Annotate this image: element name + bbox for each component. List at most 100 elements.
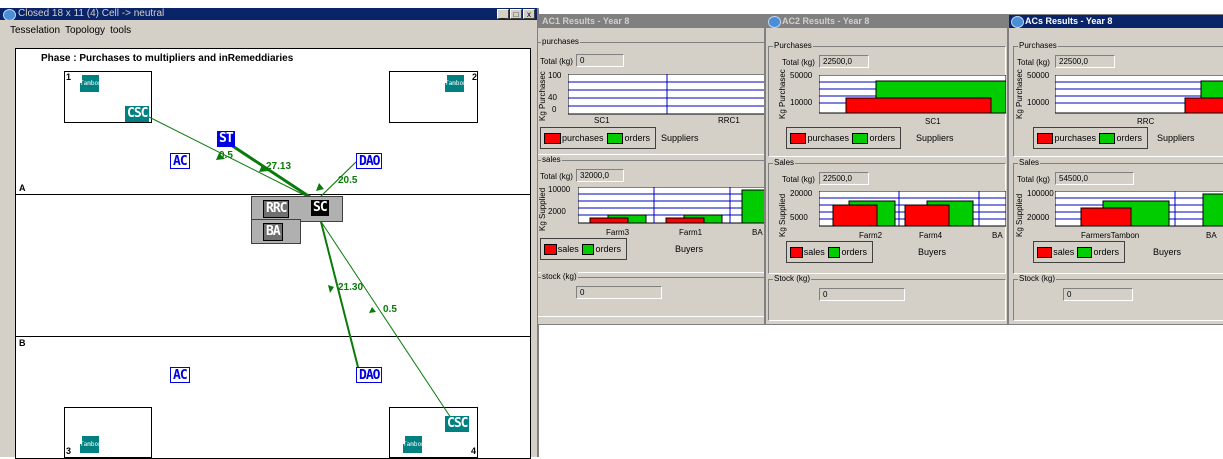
legend-label: orders	[595, 244, 621, 254]
legend-swatch	[827, 246, 841, 258]
y-tick: 0	[552, 105, 557, 114]
ac-agent-top[interactable]: AC	[170, 153, 190, 169]
ac1-title: AC1 Results - Year 8	[542, 16, 630, 26]
app-globe-icon	[3, 9, 16, 20]
ac-agent-bottom[interactable]: AC	[170, 367, 190, 383]
y-tick: 10000	[1027, 98, 1050, 107]
x-tick: Farm2	[859, 231, 883, 240]
x-tick: BA	[752, 228, 763, 237]
legend-swatch	[581, 243, 595, 255]
sc-agent[interactable]: SC	[311, 200, 329, 216]
ac2-purchases-total-field[interactable]: 22500,0	[819, 55, 869, 68]
acs-title: ACs Results - Year 8	[1025, 16, 1113, 26]
y-tick: 50000	[790, 71, 813, 80]
ac2-sales-total-field[interactable]: 22500,0	[819, 172, 869, 185]
minimize-button[interactable]: _	[497, 9, 509, 19]
x-tick: SC1	[925, 117, 941, 126]
st-agent[interactable]: ST	[217, 131, 235, 147]
rrc-agent[interactable]: RRC	[263, 200, 290, 218]
ba-agent[interactable]: BA	[263, 223, 283, 241]
x-tick: SC1	[594, 116, 610, 125]
axis-label: Kg Purchasec	[538, 71, 547, 121]
x-tick: Farm1	[679, 228, 703, 237]
flow-label: 21.30	[338, 282, 364, 293]
total-label: Total (kg)	[782, 175, 815, 184]
y-tick: 100	[548, 71, 562, 80]
menu-tesselation[interactable]: Tesselation	[10, 23, 60, 39]
total-label: Total (kg)	[540, 172, 573, 181]
axis-label: Kg Purchasec	[778, 69, 787, 119]
tesselation-window: Closed 18 x 11 (4) Cell -> neutral _ □ x…	[0, 8, 539, 459]
y-tick: 20000	[1027, 213, 1050, 222]
menu-topology[interactable]: Topology	[65, 23, 105, 39]
acs-purchases-chart	[1055, 75, 1223, 114]
legend-label: sales	[557, 244, 579, 254]
acs-purchases-label: Purchases	[1018, 41, 1058, 51]
acs-sales-legend: sales orders	[1033, 241, 1125, 263]
ac2-title: AC2 Results - Year 8	[782, 16, 870, 26]
ac2-purchases-chart	[819, 75, 1006, 114]
main-window-title: Closed 18 x 11 (4) Cell -> neutral	[18, 8, 165, 19]
x-tick: BA	[992, 231, 1003, 240]
ac1-titlebar[interactable]: AC1 Results - Year 8	[538, 15, 764, 28]
ac1-sales-total-field[interactable]: 32000,0	[576, 169, 624, 182]
dao-agent-bottom[interactable]: DAO	[356, 367, 383, 383]
axis-label: Kg Supplied	[538, 187, 547, 231]
ac1-stock-label: stock (kg)	[541, 272, 578, 282]
legend-label: sales	[1053, 247, 1075, 257]
legend-label: orders	[869, 133, 895, 143]
csc-agent-bottom[interactable]: CSC	[445, 416, 470, 432]
acs-sales-chart	[1055, 191, 1223, 227]
menu-tools[interactable]: tools	[110, 23, 131, 39]
y-tick: 50000	[1027, 71, 1050, 80]
flow-lines	[148, 116, 454, 422]
ac2-sales-legend: sales orders	[786, 241, 873, 263]
ac1-sales-legend: sales orders	[540, 238, 627, 260]
ac2-stock-label: Stock (kg)	[773, 274, 812, 284]
ac1-stock-field[interactable]: 0	[576, 286, 662, 299]
legend-swatch	[606, 132, 624, 144]
x-tick: RRC	[1137, 117, 1155, 126]
legend-label: orders	[841, 247, 867, 257]
legend-swatch	[790, 246, 803, 258]
flow-label: 0.5	[219, 150, 233, 161]
ac1-purchases-label: purchases	[541, 37, 580, 47]
axis-label: Kg Supplied	[1015, 193, 1024, 237]
tesselation-canvas[interactable]: Phase : Purchases to multipliers and inR…	[15, 48, 531, 459]
acs-results-window: ACs Results - Year 8 Purchases Total (kg…	[1008, 14, 1223, 325]
total-label: Total (kg)	[540, 57, 573, 66]
x-tick: Farm3	[606, 228, 630, 237]
acs-sales-label: Sales	[1018, 158, 1041, 168]
y-tick: 40	[548, 93, 557, 102]
close-button[interactable]: x	[523, 9, 535, 19]
total-label: Total (kg)	[1017, 58, 1050, 67]
ac1-purchases-legend: purchases orders	[540, 127, 656, 149]
dao-agent-top[interactable]: DAO	[356, 153, 383, 169]
legend-label: orders	[624, 133, 650, 143]
csc-agent-top[interactable]: CSC	[125, 106, 150, 122]
ac1-purchases-total-field[interactable]: 0	[576, 54, 624, 67]
ac2-titlebar[interactable]: AC2 Results - Year 8	[766, 15, 1007, 28]
ac2-stock-field[interactable]: 0	[819, 288, 905, 301]
legend-swatch	[544, 243, 557, 255]
acs-sales-total-field[interactable]: 54500,0	[1055, 172, 1134, 185]
ac1-purchases-chart	[568, 74, 764, 115]
side-label: Buyers	[675, 244, 704, 254]
main-titlebar[interactable]: Closed 18 x 11 (4) Cell -> neutral _ □ x	[0, 8, 537, 20]
acs-stock-field[interactable]: 0	[1063, 288, 1133, 301]
acs-purchases-total-field[interactable]: 22500,0	[1055, 55, 1115, 68]
total-label: Total (kg)	[782, 58, 815, 67]
legend-swatch	[852, 132, 869, 144]
axis-label: Kg Supplied	[778, 193, 787, 237]
ac2-results-window: AC2 Results - Year 8 Purchases Total (kg…	[765, 14, 1008, 325]
x-tick: RRC1	[718, 116, 740, 125]
y-tick: 10000	[548, 185, 571, 194]
y-tick: 2000	[548, 207, 566, 216]
side-label: Buyers	[1153, 247, 1182, 257]
legend-label: purchases	[1054, 133, 1096, 143]
maximize-button[interactable]: □	[510, 9, 522, 19]
flow-label: 27.13	[266, 161, 292, 172]
side-label: Suppliers	[916, 133, 954, 143]
acs-titlebar[interactable]: ACs Results - Year 8	[1009, 15, 1223, 28]
axis-label: Kg Purchasec	[1015, 69, 1024, 119]
